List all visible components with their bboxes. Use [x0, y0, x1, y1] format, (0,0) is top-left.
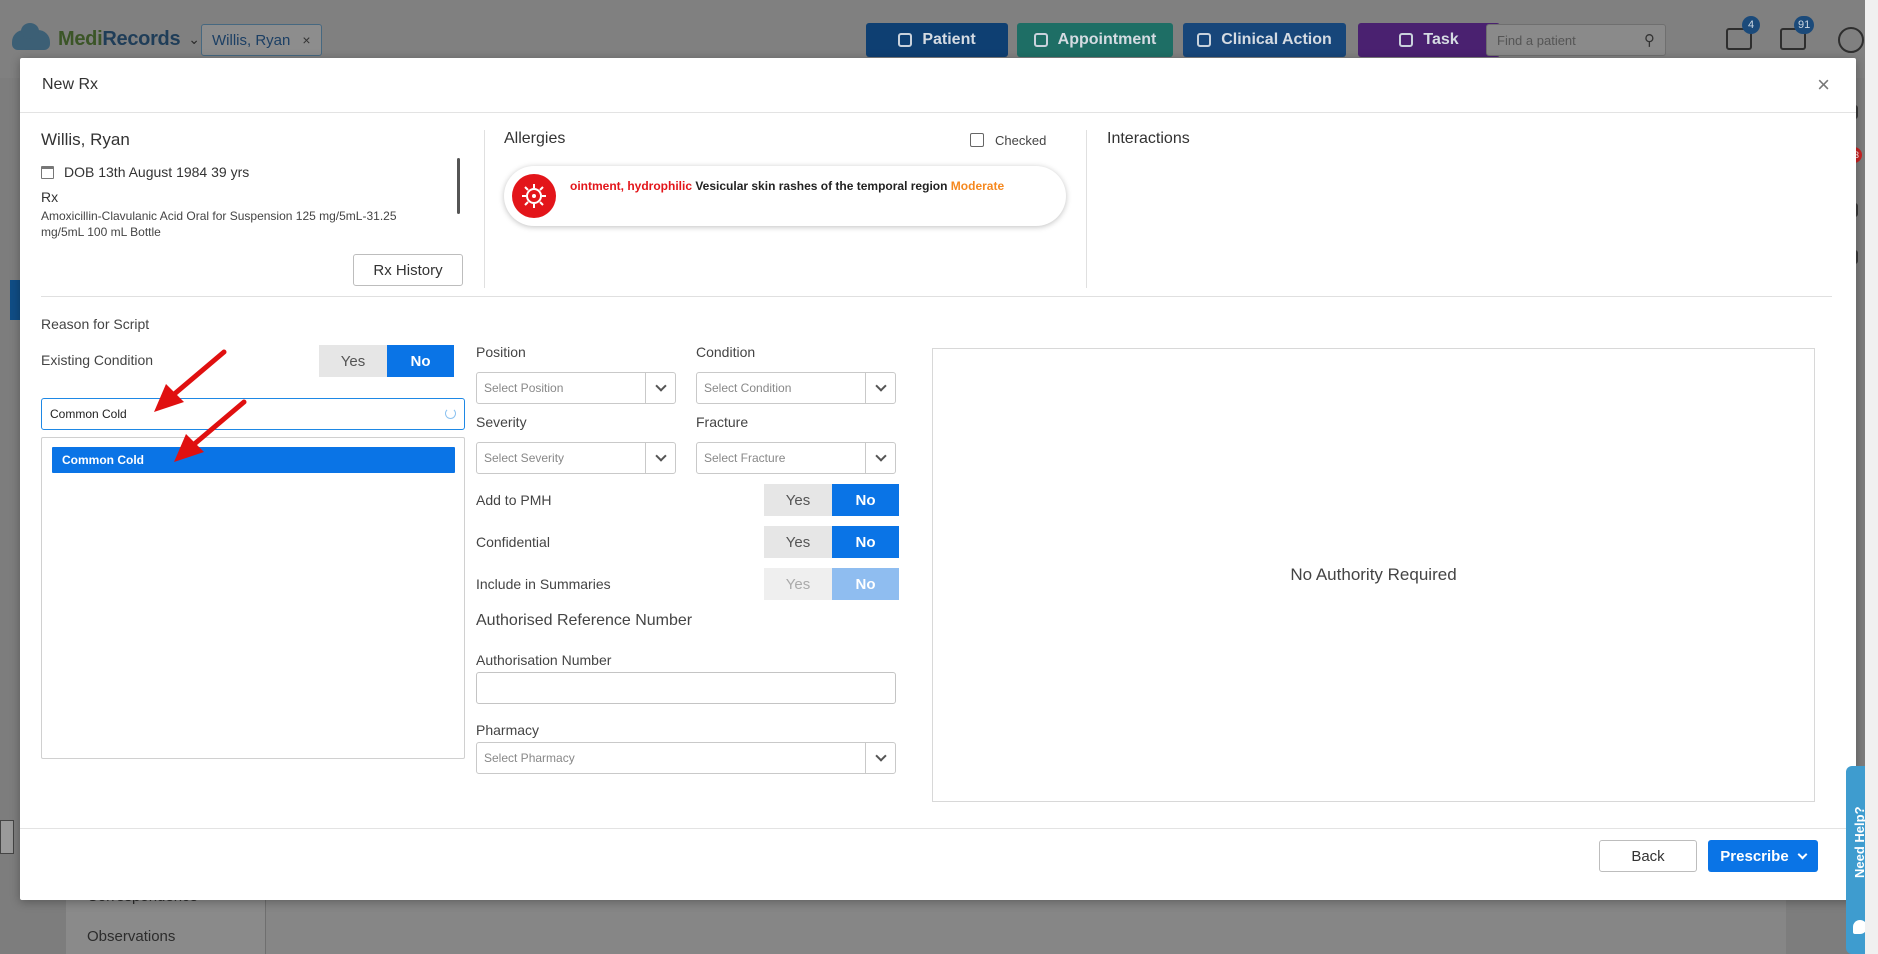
- sidebar-item-observations[interactable]: Observations: [87, 928, 175, 945]
- add-to-pmh-label: Add to PMH: [476, 492, 552, 508]
- include-summaries-yes: Yes: [764, 568, 832, 600]
- patient-dob: DOB 13th August 1984 39 yrs: [64, 164, 250, 180]
- modal-title: New Rx: [42, 76, 99, 93]
- mail-badge: 4: [1742, 16, 1760, 34]
- severity-label: Severity: [476, 414, 527, 430]
- fracture-select[interactable]: Select Fracture: [696, 442, 896, 474]
- window-scrollbar[interactable]: [1865, 0, 1878, 954]
- prescribe-button[interactable]: Prescribe: [1708, 840, 1818, 872]
- clinical-action-button[interactable]: Clinical Action: [1183, 23, 1346, 57]
- auth-number-label: Authorisation Number: [476, 652, 612, 668]
- include-summaries-label: Include in Summaries: [476, 576, 611, 592]
- appointment-button[interactable]: Appointment: [1017, 23, 1173, 57]
- confidential-toggle: Yes No: [764, 526, 899, 558]
- pharmacy-label: Pharmacy: [476, 722, 540, 738]
- allergy-reaction: Vesicular skin rashes of the temporal re…: [695, 179, 948, 193]
- loading-spinner-icon: [445, 408, 456, 419]
- close-icon[interactable]: ×: [1817, 72, 1830, 98]
- condition-search-input[interactable]: [41, 398, 465, 430]
- allergies-title: Allergies: [504, 130, 566, 147]
- chevron-down-icon[interactable]: [645, 373, 675, 403]
- patient-button[interactable]: Patient: [866, 23, 1008, 57]
- severity-select[interactable]: Select Severity: [476, 442, 676, 474]
- existing-condition-no[interactable]: No: [387, 345, 454, 377]
- auth-number-input[interactable]: [476, 672, 896, 704]
- left-drawer-icon[interactable]: [0, 820, 14, 854]
- allergies-checked-label: Checked: [995, 133, 1047, 148]
- cloud-logo-icon: [12, 22, 50, 50]
- add-to-pmh-yes[interactable]: Yes: [764, 484, 832, 516]
- account-icon[interactable]: [1838, 27, 1864, 53]
- chevron-down-icon[interactable]: [865, 443, 895, 473]
- column-divider: [1086, 130, 1087, 288]
- calendar-icon: [41, 165, 54, 179]
- allergy-card: ointment, hydrophilic Vesicular skin ras…: [504, 166, 1066, 226]
- tasks-badge: 91: [1794, 16, 1815, 34]
- position-label: Position: [476, 344, 526, 360]
- existing-condition-label: Existing Condition: [41, 352, 154, 368]
- allergy-substance: ointment, hydrophilic: [570, 179, 692, 193]
- side-tab-indicator: [10, 280, 20, 320]
- fracture-label: Fracture: [696, 414, 749, 430]
- search-icon[interactable]: ⚲: [1644, 31, 1655, 49]
- rx-drug-text: Amoxicillin-Clavulanic Acid Oral for Sus…: [41, 209, 397, 239]
- existing-condition-toggle: Yes No: [319, 345, 454, 377]
- rx-history-button[interactable]: Rx History: [353, 254, 463, 286]
- chevron-down-icon: [1797, 849, 1808, 859]
- column-divider: [484, 130, 485, 288]
- interactions-title: Interactions: [1107, 130, 1190, 147]
- dob-row: DOB 13th August 1984 39 yrs: [41, 164, 249, 180]
- app-name: MediRecords: [58, 28, 181, 50]
- include-summaries-toggle: Yes No: [764, 568, 899, 600]
- condition-label: Condition: [696, 344, 756, 360]
- reason-for-script-title: Reason for Script: [41, 316, 150, 332]
- task-button[interactable]: Task: [1358, 23, 1500, 57]
- patient-scrollbar[interactable]: [457, 158, 460, 214]
- allergy-text: ointment, hydrophilic Vesicular skin ras…: [570, 179, 1004, 193]
- confidential-no[interactable]: No: [832, 526, 899, 558]
- add-to-pmh-toggle: Yes No: [764, 484, 899, 516]
- close-tab-icon[interactable]: ×: [302, 32, 310, 48]
- patient-tab[interactable]: Willis, Ryan ×: [201, 24, 322, 56]
- new-rx-modal: New Rx × Willis, Ryan DOB 13th August 19…: [20, 58, 1856, 900]
- add-to-pmh-no[interactable]: No: [832, 484, 899, 516]
- auth-ref-title: Authorised Reference Number: [476, 612, 693, 629]
- find-patient-input[interactable]: Find a patient ⚲: [1486, 24, 1666, 56]
- confidential-yes[interactable]: Yes: [764, 526, 832, 558]
- authority-text: No Authority Required: [1290, 565, 1457, 584]
- back-button[interactable]: Back: [1599, 840, 1697, 872]
- allergies-checked-checkbox[interactable]: [970, 133, 984, 147]
- condition-result-item[interactable]: Common Cold: [52, 447, 455, 473]
- clipboard-icon: [1399, 33, 1414, 47]
- include-summaries-no: No: [832, 568, 899, 600]
- chevron-down-icon[interactable]: [865, 373, 895, 403]
- app-logo[interactable]: MediRecords ⌄: [12, 22, 200, 51]
- allergy-severity: Moderate: [950, 179, 1005, 193]
- pharmacy-select[interactable]: Select Pharmacy: [476, 742, 896, 774]
- modal-header: New Rx ×: [20, 58, 1856, 113]
- existing-condition-yes[interactable]: Yes: [319, 345, 387, 377]
- condition-results-list: Common Cold: [41, 437, 465, 759]
- confidential-label: Confidential: [476, 534, 550, 550]
- authority-panel: No Authority Required: [932, 348, 1815, 802]
- chevron-down-icon[interactable]: ⌄: [188, 31, 200, 48]
- chevron-down-icon[interactable]: [645, 443, 675, 473]
- condition-select[interactable]: Select Condition: [696, 372, 896, 404]
- briefcase-icon: [1197, 33, 1212, 47]
- calendar-icon: [1033, 33, 1048, 47]
- rx-label: Rx: [41, 189, 59, 205]
- person-add-icon: [898, 33, 913, 47]
- section-divider: [41, 296, 1832, 297]
- patient-tab-label: Willis, Ryan: [212, 31, 291, 49]
- chevron-down-icon[interactable]: [865, 743, 895, 773]
- patient-name: Willis, Ryan: [41, 130, 130, 149]
- allergy-icon: [512, 174, 556, 218]
- footer-divider: [20, 828, 1856, 829]
- position-select[interactable]: Select Position: [476, 372, 676, 404]
